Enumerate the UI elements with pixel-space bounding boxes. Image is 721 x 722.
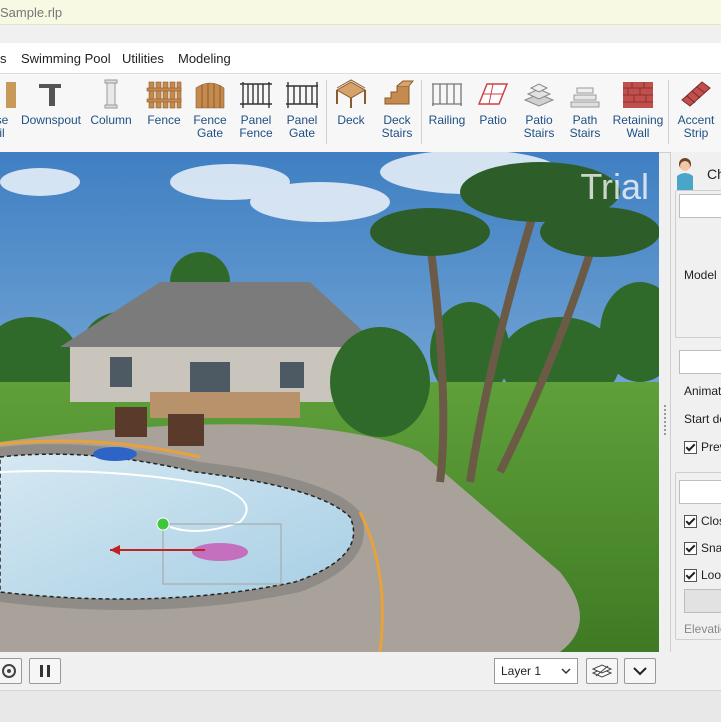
railing-icon [432,83,462,106]
tool-panel-fence[interactable]: Panel Fence [232,78,280,140]
tool-downspout[interactable]: Downspout [20,78,82,127]
tool-railing[interactable]: Railing [423,78,471,127]
menu-item-partial[interactable]: s [0,51,7,66]
column-icon [104,79,118,109]
tool-column[interactable]: Column [88,78,134,127]
menu-item-utilities[interactable]: Utilities [122,51,164,66]
fence-gate-icon [195,82,225,109]
panel-fence-icon [240,82,272,108]
pause-button[interactable] [29,658,61,684]
pause-icon [40,665,50,677]
retaining-wall-icon [623,82,653,108]
properties-panel: Ch Model Animat Start de Prev Clos Snap … [670,152,721,652]
snap-checkbox[interactable]: Snap [684,541,721,555]
3d-viewport[interactable]: Trial [0,152,659,652]
deck-stairs-icon [384,80,415,105]
partial-icon [6,82,16,108]
tool-patio-stairs[interactable]: Patio Stairs [515,78,563,140]
tool-fence-gate[interactable]: Fence Gate [186,78,234,140]
model-group [675,190,721,338]
model-label: Model [684,268,717,282]
chevron-down-icon [633,667,647,676]
preview-checkbox[interactable]: Prev [684,440,721,454]
layer-select[interactable]: Layer 1 [494,658,578,684]
patio-stairs-icon [523,83,555,107]
tool-deck-stairs[interactable]: Deck Stairs [373,78,421,140]
panel-title: Ch [707,166,721,182]
toolbar-separator [421,80,422,144]
avatar [673,156,697,190]
tool-accent-strip[interactable]: Accent Strip [672,78,720,140]
animate-label: Animat [684,384,721,398]
settings-button[interactable] [0,658,22,684]
gear-icon [2,664,16,678]
ribbon-tabs-area [0,25,721,43]
layers-icon [591,664,613,678]
chevron-down-icon [561,668,571,675]
tool-deck[interactable]: Deck [327,78,375,127]
status-bar [0,690,721,722]
menu-bar: s Swimming Pool Utilities Modeling [0,43,721,74]
animation-field[interactable] [679,350,721,374]
path-group [675,472,721,640]
fence-icon [146,81,182,109]
accent-strip-icon [681,81,711,107]
toolbar-separator [668,80,669,144]
loop-checkbox[interactable]: Loo [684,568,721,582]
deck-icon [335,79,367,108]
tool-path-stairs[interactable]: Path Stairs [561,78,609,140]
start-delay-label: Start de [684,412,721,426]
panel-gate-icon [286,82,318,108]
action-button[interactable] [684,589,721,613]
layers-button[interactable] [586,658,618,684]
downspout-icon [39,84,61,106]
title-bar: Sample.rlp [0,0,721,25]
menu-item-modeling[interactable]: Modeling [178,51,231,66]
trial-watermark: Trial [580,166,649,207]
path-stairs-icon [570,87,600,108]
closed-checkbox[interactable]: Clos [684,514,721,528]
tool-patio[interactable]: Patio [469,78,517,127]
scene-render[interactable] [0,152,659,652]
toolbar: se il Downspout Column Fence [0,74,721,153]
patio-icon [477,83,509,105]
panel-splitter[interactable] [664,405,668,435]
expand-button[interactable] [624,658,656,684]
tool-panel-gate[interactable]: Panel Gate [278,78,326,140]
elevation-label: Elevatio [684,622,721,636]
menu-item-swimming-pool[interactable]: Swimming Pool [21,51,111,66]
tool-fence[interactable]: Fence [140,78,188,127]
tool-retaining-wall[interactable]: Retaining Wall [610,78,666,140]
window-title: Sample.rlp [0,5,63,20]
